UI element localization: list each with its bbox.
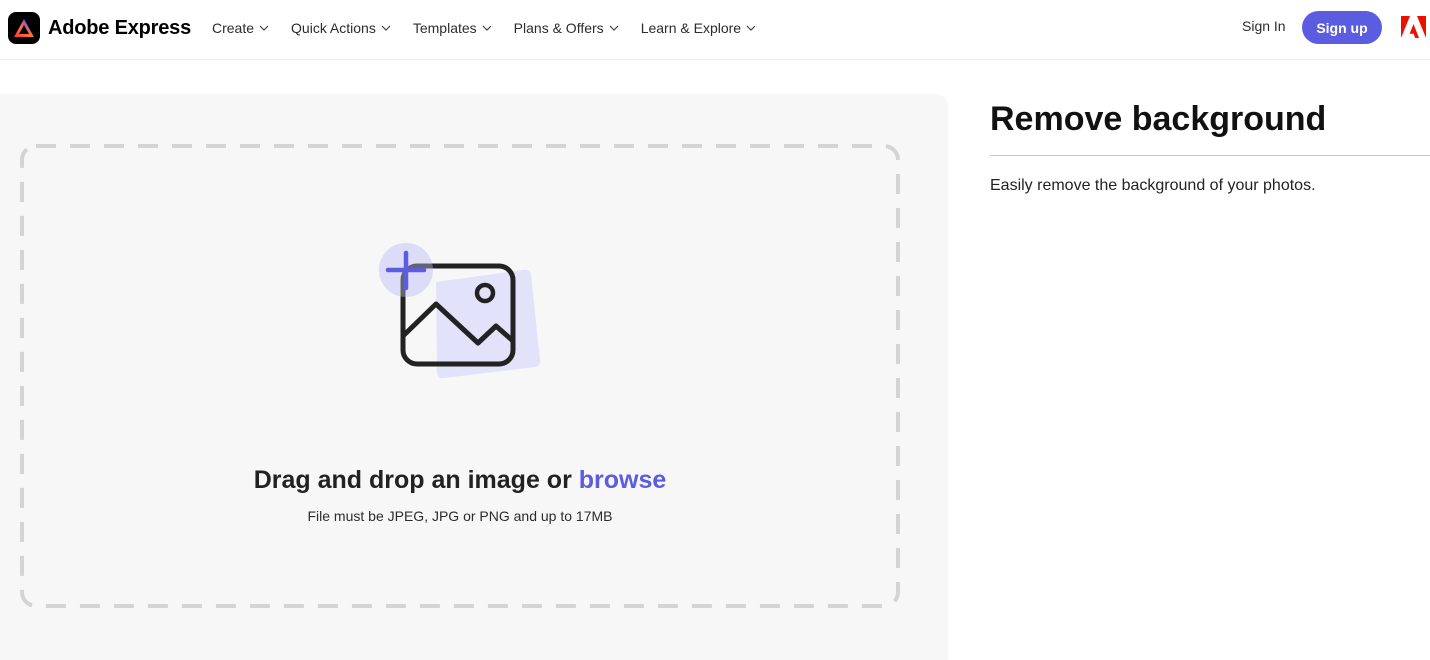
sign-up-button[interactable]: Sign up <box>1302 11 1382 44</box>
nav-label: Create <box>212 20 255 36</box>
chevron-down-icon <box>259 25 269 31</box>
chevron-down-icon <box>746 25 756 31</box>
nav-learn-explore[interactable]: Learn & Explore <box>641 20 756 36</box>
brand-name: Adobe Express <box>48 16 192 39</box>
page-title: Remove background <box>990 100 1327 138</box>
nav-label: Quick Actions <box>291 20 376 36</box>
browse-link[interactable]: browse <box>579 466 667 494</box>
top-navigation-bar: Adobe Express Create Quick Actions Templ… <box>0 0 1430 60</box>
upload-panel: Drag and drop an image or browse File mu… <box>0 94 948 660</box>
nav-quick-actions[interactable]: Quick Actions <box>291 20 391 36</box>
nav-create[interactable]: Create <box>212 20 269 36</box>
nav-templates[interactable]: Templates <box>413 20 492 36</box>
title-divider <box>990 155 1430 156</box>
tool-info: Remove background Easily remove the back… <box>990 98 1430 195</box>
nav-plans-offers[interactable]: Plans & Offers <box>514 20 619 36</box>
nav-label: Learn & Explore <box>640 20 742 36</box>
dropzone-title: Drag and drop an image or browse <box>20 466 900 495</box>
sign-in-link[interactable]: Sign In <box>1242 18 1286 34</box>
nav-label: Templates <box>412 20 477 36</box>
chevron-down-icon <box>609 25 619 31</box>
dropzone-title-text: Drag and drop an image or <box>253 466 572 494</box>
add-image-icon <box>379 243 541 379</box>
adobe-logo-icon[interactable] <box>1401 16 1426 38</box>
main-nav: Create Quick Actions Templates Plans & O… <box>212 0 778 56</box>
chevron-down-icon <box>381 25 391 31</box>
chevron-down-icon <box>482 25 492 31</box>
file-requirements: File must be JPEG, JPG or PNG and up to … <box>307 508 613 524</box>
adobe-express-home-link[interactable]: Adobe Express <box>8 12 191 44</box>
nav-label: Plans & Offers <box>513 20 604 36</box>
image-dropzone[interactable]: Drag and drop an image or browse File mu… <box>20 144 900 608</box>
adobe-express-logo-icon <box>8 12 40 44</box>
page-description: Easily remove the background of your pho… <box>990 177 1316 194</box>
